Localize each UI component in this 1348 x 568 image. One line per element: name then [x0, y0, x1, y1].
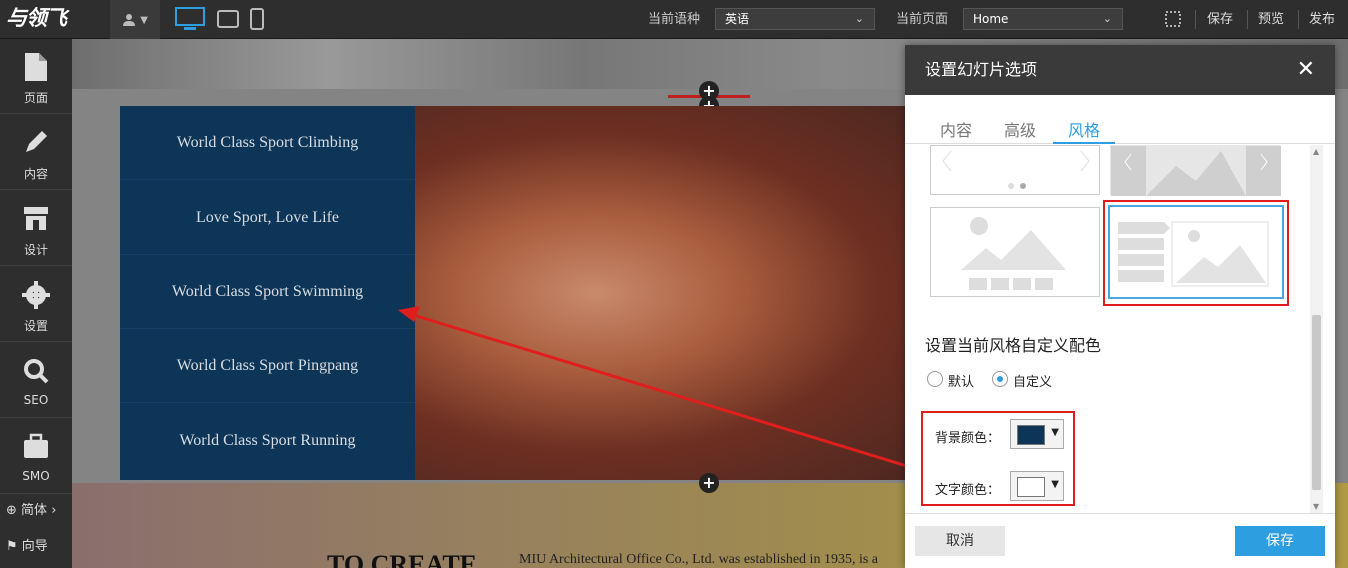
scrollbar-thumb[interactable]: [1312, 315, 1321, 490]
cancel-button[interactable]: 取消: [915, 526, 1005, 556]
slider-preview-icon: [942, 150, 1090, 189]
radio-custom[interactable]: [992, 371, 1008, 387]
dialog-tabs: 内容 高级 风格: [905, 95, 1335, 144]
dialog-scrollbar[interactable]: ▲ ▼: [1310, 145, 1323, 515]
text-color-label: 文字颜色：: [935, 483, 1001, 498]
caret-down-icon: ▼: [1051, 479, 1059, 490]
text-color-picker[interactable]: ▼: [1010, 471, 1064, 501]
tab-style[interactable]: 风格: [1068, 117, 1100, 141]
style-thumb-3[interactable]: [930, 207, 1100, 297]
dialog-title: 设置幻灯片选项: [925, 60, 1038, 79]
style-thumb-4-selected[interactable]: [1108, 205, 1284, 299]
bg-color-swatch: [1017, 425, 1045, 445]
dialog-header: 设置幻灯片选项 ✕: [905, 45, 1335, 95]
text-color-swatch: [1017, 477, 1045, 497]
active-tab-indicator: [1053, 142, 1115, 144]
slideshow-options-dialog: 设置幻灯片选项 ✕ 内容 高级 风格 ▲ ▼ 设置当前风格自定义配色 默认 自定…: [905, 45, 1335, 568]
bg-color-picker[interactable]: ▼: [1010, 419, 1064, 449]
radio-default[interactable]: [927, 371, 943, 387]
image-preview-icon: [961, 217, 1066, 290]
close-icon[interactable]: ✕: [1297, 45, 1315, 95]
radio-default-label: 默认: [948, 375, 975, 390]
save-button[interactable]: 保存: [1235, 526, 1325, 556]
style-thumb-2[interactable]: [1110, 145, 1281, 196]
menu-image-preview-icon: [1118, 221, 1269, 287]
image-preview-icon: [1111, 146, 1281, 196]
bg-color-label: 背景颜色：: [935, 431, 1001, 446]
radio-custom-label: 自定义: [1013, 375, 1053, 390]
caret-down-icon: ▼: [1051, 427, 1059, 438]
tab-content[interactable]: 内容: [940, 117, 972, 141]
custom-color-section-title: 设置当前风格自定义配色: [925, 336, 1102, 355]
tab-advanced[interactable]: 高级: [1004, 117, 1036, 141]
style-thumb-1[interactable]: [930, 145, 1100, 195]
dialog-footer: 取消 保存: [905, 513, 1335, 568]
